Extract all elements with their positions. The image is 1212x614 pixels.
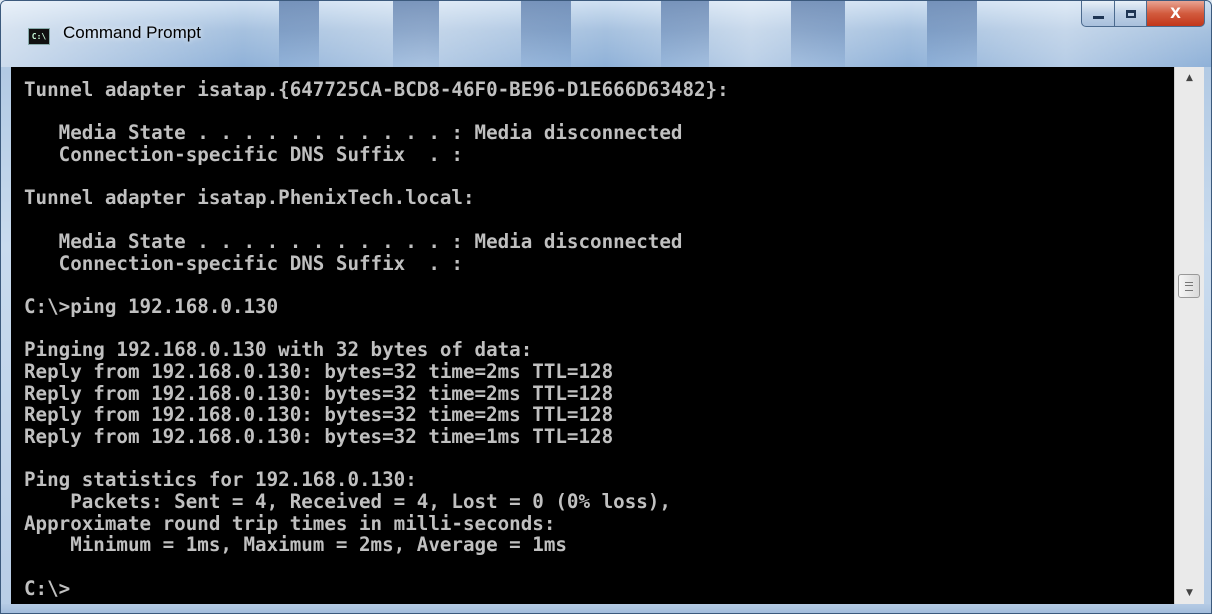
scroll-up-arrow-icon[interactable]: ▲ xyxy=(1175,67,1204,89)
maximize-icon xyxy=(1125,9,1136,18)
console-line: Reply from 192.168.0.130: bytes=32 time=… xyxy=(24,403,614,427)
close-button[interactable]: X xyxy=(1147,1,1205,27)
console-line: Minimum = 1ms, Maximum = 2ms, Average = … xyxy=(24,533,567,557)
console-line: Pinging 192.168.0.130 with 32 bytes of d… xyxy=(24,338,533,362)
command-prompt-window: C:\ Command Prompt X Tunnel adapter isat… xyxy=(0,0,1212,614)
console-line: Packets: Sent = 4, Received = 4, Lost = … xyxy=(24,490,671,514)
window-bottom-frame xyxy=(1,604,1211,613)
console-line: C:\> xyxy=(24,576,71,600)
glass-reflection xyxy=(661,1,709,67)
maximize-button[interactable] xyxy=(1115,1,1147,27)
glass-reflection xyxy=(393,1,439,67)
console-line: Reply from 192.168.0.130: bytes=32 time=… xyxy=(24,381,614,405)
glass-reflection xyxy=(521,1,571,67)
console-line: Ping statistics for 192.168.0.130: xyxy=(24,468,417,492)
console-line: Connection-specific DNS Suffix . : xyxy=(24,143,463,167)
window-title: Command Prompt xyxy=(63,23,201,42)
scrollbar-thumb[interactable] xyxy=(1178,274,1200,298)
console-line: Tunnel adapter isatap.{647725CA-BCD8-46F… xyxy=(24,78,729,101)
glass-reflection xyxy=(927,1,977,67)
window-controls: X xyxy=(1081,1,1205,27)
minimize-button[interactable] xyxy=(1081,1,1115,27)
command-prompt-icon[interactable]: C:\ xyxy=(28,28,50,45)
console-text: Tunnel adapter isatap.{647725CA-BCD8-46F… xyxy=(11,67,1174,600)
console-output[interactable]: Tunnel adapter isatap.{647725CA-BCD8-46F… xyxy=(11,67,1174,604)
console-line: Reply from 192.168.0.130: bytes=32 time=… xyxy=(24,425,614,448)
console-line: Media State . . . . . . . . . . . : Medi… xyxy=(24,229,683,253)
glass-reflection xyxy=(791,1,845,67)
console-line: Approximate round trip times in milli-se… xyxy=(24,511,556,535)
glass-reflection xyxy=(279,1,319,67)
scroll-down-arrow-icon[interactable]: ▼ xyxy=(1175,582,1204,604)
console-line: C:\>ping 192.168.0.130 xyxy=(24,294,279,318)
console-line: Connection-specific DNS Suffix . : xyxy=(24,251,463,275)
console-line: Reply from 192.168.0.130: bytes=32 time=… xyxy=(24,359,614,383)
minimize-icon xyxy=(1092,16,1104,19)
title-bar[interactable]: C:\ Command Prompt X xyxy=(1,1,1211,67)
close-icon: X xyxy=(1170,5,1181,22)
grip-icon xyxy=(1185,281,1193,291)
console-line: Media State . . . . . . . . . . . : Medi… xyxy=(24,121,683,145)
vertical-scrollbar[interactable]: ▲ ▼ xyxy=(1174,67,1204,604)
console-line: Tunnel adapter isatap.PhenixTech.local: xyxy=(24,186,475,210)
